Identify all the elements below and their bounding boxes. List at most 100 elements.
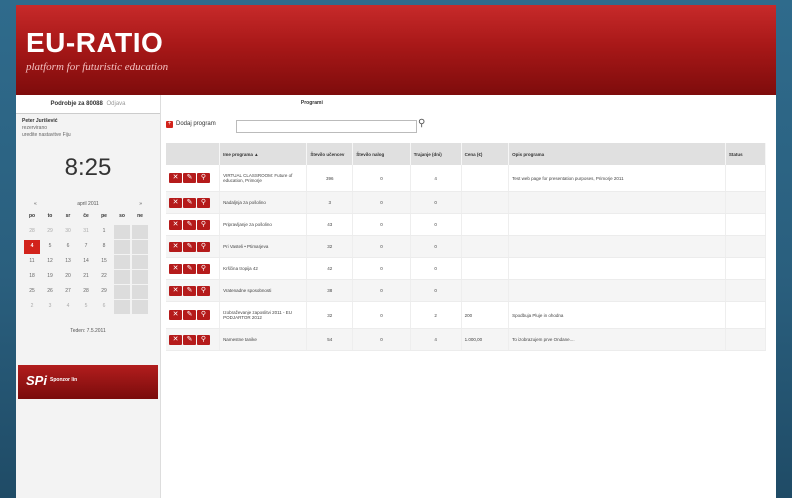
cell-name[interactable]: Vratenadne sposobnosti xyxy=(219,279,308,302)
cell-desc: To izobrazujem prve Ondane.... xyxy=(508,328,726,351)
calendar-day[interactable]: 6 xyxy=(60,240,76,254)
add-program-button[interactable]: + Dodaj program xyxy=(166,121,216,128)
calendar-day[interactable] xyxy=(114,225,130,239)
calendar-day[interactable]: 14 xyxy=(78,255,94,269)
cell-name[interactable]: Izobraževanje zaposlitvi 2011 - EU PODJA… xyxy=(219,301,308,329)
calendar-day[interactable] xyxy=(132,270,148,284)
view-icon[interactable]: ⚲ xyxy=(197,310,210,320)
calendar-day[interactable]: 15 xyxy=(96,255,112,269)
calendar-day[interactable] xyxy=(114,270,130,284)
edit-icon[interactable]: ✎ xyxy=(183,241,196,252)
tab-0[interactable]: Delavnice xyxy=(160,95,203,111)
calendar-day[interactable]: 5 xyxy=(42,240,58,254)
calendar-day[interactable]: 18 xyxy=(24,270,40,284)
calendar-day[interactable] xyxy=(132,285,148,299)
calendar-next-button[interactable]: » xyxy=(139,198,142,210)
view-icon[interactable]: ⚲ xyxy=(197,263,210,274)
site-logo[interactable]: EU-RATIO xyxy=(26,27,163,59)
cell-name[interactable]: Namestne tanike xyxy=(219,328,308,351)
calendar-day[interactable]: 2 xyxy=(24,300,40,314)
delete-icon[interactable]: ✕ xyxy=(169,219,182,230)
calendar-day[interactable]: 1 xyxy=(96,225,112,239)
calendar-day[interactable] xyxy=(114,300,130,314)
calendar-day[interactable]: 6 xyxy=(96,300,112,314)
calendar-day[interactable]: 27 xyxy=(60,285,76,299)
calendar-day[interactable]: 29 xyxy=(96,285,112,299)
cell-name[interactable]: Krščina tropija 42 xyxy=(219,257,308,280)
delete-icon[interactable]: ✕ xyxy=(169,285,182,296)
presentation-icon xyxy=(424,98,435,107)
cell-name[interactable]: Pri Vasteli • Ptimarjeva xyxy=(219,235,308,258)
tab-5[interactable]: Oznaz xyxy=(381,95,416,111)
delete-icon[interactable]: ✕ xyxy=(169,197,182,208)
calendar-day[interactable]: 7 xyxy=(78,240,94,254)
tab-6[interactable]: Okolje za predavanje xyxy=(416,95,497,111)
calendar-day[interactable] xyxy=(114,240,130,254)
table-row: ✕ ✎ ⚲ Pri Vasteli • Ptimarjeva 32 0 0 xyxy=(166,235,767,258)
view-icon[interactable]: ⚲ xyxy=(197,173,210,183)
calendar-day[interactable]: 19 xyxy=(42,270,58,284)
calendar-day[interactable] xyxy=(132,240,148,254)
calendar-day[interactable]: 21 xyxy=(78,270,94,284)
delete-icon[interactable]: ✕ xyxy=(169,263,182,274)
tab-3[interactable]: Programi xyxy=(290,95,333,111)
tab-2[interactable]: Predmeti xyxy=(249,95,290,111)
delete-icon[interactable]: ✕ xyxy=(169,173,182,183)
edit-icon[interactable]: ✎ xyxy=(183,285,196,296)
calendar-day[interactable] xyxy=(114,285,130,299)
calendar-day[interactable]: 8 xyxy=(96,240,112,254)
cell-desc xyxy=(508,213,726,236)
table-row: ✕ ✎ ⚲ Nadaljnja za pošolino 3 0 0 xyxy=(166,191,767,214)
delete-icon[interactable]: ✕ xyxy=(169,310,182,320)
edit-icon[interactable]: ✎ xyxy=(183,173,196,183)
tab-4[interactable]: Vprašal vidi xyxy=(333,95,381,111)
calendar-day[interactable] xyxy=(132,300,148,314)
search-icon[interactable]: ⚲ xyxy=(418,118,428,130)
edit-icon[interactable]: ✎ xyxy=(183,334,196,345)
cell-name[interactable]: Nadaljnja za pošolino xyxy=(219,191,308,214)
search-input[interactable] xyxy=(236,120,417,133)
calendar-day[interactable]: 3 xyxy=(42,300,58,314)
calendar-day[interactable]: 22 xyxy=(96,270,112,284)
calendar-day[interactable]: 28 xyxy=(78,285,94,299)
calendar-day[interactable]: 28 xyxy=(24,225,40,239)
calendar-prev-button[interactable]: « xyxy=(34,198,37,210)
edit-icon[interactable]: ✎ xyxy=(183,263,196,274)
user-settings-link[interactable]: uredite nastavitve Fiju xyxy=(22,132,154,139)
view-icon[interactable]: ⚲ xyxy=(197,197,210,208)
calendar-day[interactable] xyxy=(132,225,148,239)
edit-icon[interactable]: ✎ xyxy=(183,310,196,320)
tab-label: Vprašal vidi xyxy=(342,100,371,106)
calendar-day[interactable] xyxy=(132,255,148,269)
calendar-day[interactable]: 13 xyxy=(60,255,76,269)
view-icon[interactable]: ⚲ xyxy=(197,285,210,296)
edit-icon[interactable]: ✎ xyxy=(183,219,196,230)
sponsor-banner[interactable]: SPi Sponzor lin xyxy=(18,365,158,399)
delete-icon[interactable]: ✕ xyxy=(169,334,182,345)
cell-tasks: 0 xyxy=(352,257,411,280)
calendar-day[interactable]: 29 xyxy=(42,225,58,239)
view-icon[interactable]: ⚲ xyxy=(197,219,210,230)
row-actions: ✕ ✎ ⚲ xyxy=(166,279,221,302)
view-icon[interactable]: ⚲ xyxy=(197,241,210,252)
calendar-day[interactable] xyxy=(114,255,130,269)
calendar-day[interactable]: 26 xyxy=(42,285,58,299)
delete-icon[interactable]: ✕ xyxy=(169,241,182,252)
tab-1[interactable]: Uporabniki xyxy=(203,95,249,111)
calendar-day[interactable]: 31 xyxy=(78,225,94,239)
calendar-day[interactable]: 4 xyxy=(60,300,76,314)
calendar-day[interactable]: 11 xyxy=(24,255,40,269)
edit-icon[interactable]: ✎ xyxy=(183,197,196,208)
calendar-day[interactable]: 5 xyxy=(78,300,94,314)
cell-name[interactable]: VIRTUAL CLASSROOM: Future of education, … xyxy=(219,165,308,192)
cell-name[interactable]: Pripravljanje za pošolino xyxy=(219,213,308,236)
column-header[interactable]: Ime programa ▲ xyxy=(219,143,308,165)
calendar-day[interactable]: 25 xyxy=(24,285,40,299)
calendar-day[interactable]: 20 xyxy=(60,270,76,284)
view-icon[interactable]: ⚲ xyxy=(197,334,210,345)
user-name[interactable]: Peter Jurišević xyxy=(22,118,154,125)
calendar-day[interactable]: 4 xyxy=(24,240,40,254)
calendar-day[interactable]: 30 xyxy=(60,225,76,239)
calendar-day[interactable]: 12 xyxy=(42,255,58,269)
logout-link[interactable]: Odjava xyxy=(107,101,126,107)
